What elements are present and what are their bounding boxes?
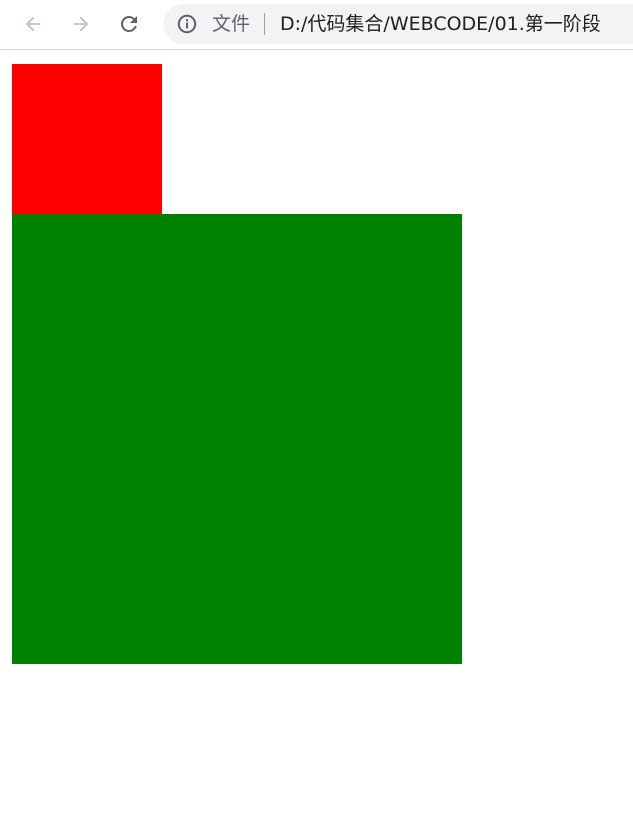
address-separator [264,13,265,35]
url-text[interactable]: D:/代码集合/WEBCODE/01.第一阶段 [280,13,601,35]
browser-toolbar: 文件 D:/代码集合/WEBCODE/01.第一阶段 [0,0,633,50]
forward-button[interactable] [63,6,99,42]
reload-icon [120,15,137,32]
green-box [12,214,462,664]
info-icon[interactable] [177,14,197,34]
arrow-left-icon [25,16,41,32]
scheme-label: 文件 [212,13,251,35]
reload-button[interactable] [111,6,147,42]
arrow-right-icon [73,16,89,32]
red-box [12,64,162,214]
back-button[interactable] [15,6,51,42]
address-bar[interactable]: 文件 D:/代码集合/WEBCODE/01.第一阶段 [163,4,633,44]
